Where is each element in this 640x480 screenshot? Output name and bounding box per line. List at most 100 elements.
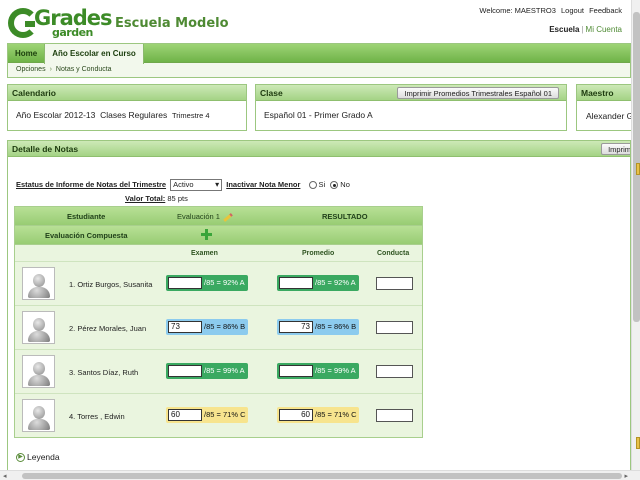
exam-score-input[interactable]: 73 [168, 321, 202, 333]
link-separator: | [581, 25, 584, 34]
teacher-panel-title: Maestro [577, 85, 635, 101]
column-average: Promedio [302, 250, 335, 257]
logo-text-bottom: garden [52, 26, 93, 39]
calendar-panel: Calendario Año Escolar 2012-13 Clases Re… [7, 84, 247, 131]
print-button[interactable]: Imprim [601, 143, 630, 155]
average-score-cell: 60/85 = 71% C [277, 407, 359, 423]
print-averages-button[interactable]: Imprimir Promedios Trimestrales Español … [397, 87, 559, 99]
exam-score-cell: 78/85 = 92% A [166, 275, 248, 291]
avatar-head-icon [33, 274, 45, 287]
average-score-input[interactable]: 73 [279, 321, 313, 333]
composite-evaluation-label: Evaluación Compuesta [45, 231, 128, 240]
tab-current-school-year[interactable]: Año Escolar en Curso [44, 44, 144, 64]
exam-score-result: /85 = 99% A [204, 366, 245, 375]
legend-toggle[interactable]: ▶ Leyenda [16, 452, 60, 463]
average-score-result: /85 = 86% B [315, 322, 357, 331]
student-name[interactable]: 3. Santos Díaz, Ruth [69, 368, 138, 377]
student-name[interactable]: 1. Ortiz Burgos, Susanita [69, 280, 152, 289]
class-panel: Clase Imprimir Promedios Trimestrales Es… [255, 84, 567, 131]
exam-score-input[interactable]: 78 [168, 277, 202, 289]
school-name: Escuela Modelo [115, 16, 229, 31]
student-avatar [22, 267, 55, 300]
table-row: 2. Pérez Morales, Juan 73/85 = 86% B 73/85… [15, 306, 422, 350]
expand-arrow-icon: ▶ [16, 453, 25, 463]
report-status-select[interactable]: Activo [170, 179, 223, 191]
class-panel-title: Clase [260, 88, 283, 98]
grade-details-header: Detalle de Notas Imprim [8, 141, 630, 157]
column-evaluation-1: Evaluación 1 [177, 212, 233, 222]
class-type: Clases Regulares [100, 110, 168, 120]
average-score-result: /85 = 99% A [315, 366, 356, 375]
term: Trimestre 4 [171, 111, 210, 120]
exam-score-cell: 73/85 = 86% B [166, 319, 248, 335]
radio-si-label: Si [318, 179, 326, 189]
avatar-head-icon [33, 362, 45, 375]
student-avatar [22, 355, 55, 388]
radio-no[interactable] [330, 181, 339, 189]
exam-score-cell: 60/85 = 71% C [166, 407, 248, 423]
average-score-cell: 78/85 = 92% A [277, 275, 359, 291]
conduct-input[interactable] [376, 409, 413, 422]
grades-table: Estudiante Evaluación 1 RESULTADO Evalua… [14, 206, 423, 438]
calendar-panel-title: Calendario [8, 85, 246, 101]
add-plus-icon[interactable] [201, 229, 212, 240]
column-conduct: Conducta [377, 250, 410, 257]
school-link[interactable]: Escuela [549, 25, 579, 34]
breadcrumb: Opciones › Notas y Conducta [8, 63, 630, 76]
side-tab-top[interactable] [636, 163, 640, 175]
teacher-name: Alexander G [586, 111, 634, 121]
my-account-link[interactable]: Mi Cuenta [586, 25, 622, 34]
teacher-panel: Maestro Alexander G [576, 84, 636, 131]
exam-score-input[interactable]: 84 [168, 365, 202, 377]
avatar-body-icon [28, 375, 50, 386]
student-name[interactable]: 2. Pérez Morales, Juan [69, 324, 146, 333]
avatar-head-icon [33, 318, 45, 331]
exam-score-cell: 84/85 = 99% A [166, 363, 248, 379]
conduct-input[interactable] [376, 365, 413, 378]
horizontal-scrollbar[interactable]: ◂ ▸ [0, 470, 640, 480]
grade-details-title: Detalle de Notas [12, 144, 79, 154]
side-tab-bottom[interactable] [636, 437, 640, 449]
welcome-text: Welcome: MAESTRO3 [479, 6, 556, 15]
vertical-scrollbar[interactable] [631, 0, 640, 470]
conduct-input[interactable] [376, 321, 413, 334]
pencil-edit-icon[interactable] [223, 212, 233, 222]
exam-score-result: /85 = 92% A [204, 278, 245, 287]
conduct-input[interactable] [376, 277, 413, 290]
student-avatar [22, 399, 55, 432]
chevron-right-icon: › [49, 66, 52, 73]
radio-si[interactable] [308, 181, 317, 189]
legend-label: Leyenda [27, 452, 60, 462]
exam-score-result: /85 = 86% B [204, 322, 246, 331]
average-score-input[interactable]: 78 [279, 277, 313, 289]
school-account-links: Escuela | Mi Cuenta [549, 25, 622, 34]
grades-garden-logo[interactable]: Grades garden [8, 6, 113, 40]
student-name[interactable]: 4. Torres , Edwin [69, 412, 125, 421]
scroll-right-icon[interactable]: ▸ [624, 472, 628, 480]
average-score-input[interactable]: 60 [279, 409, 313, 421]
logout-link[interactable]: Logout [561, 6, 584, 15]
exam-score-input[interactable]: 60 [168, 409, 202, 421]
main-navigation: Home Año Escolar en Curso Opciones › Notas … [7, 43, 631, 78]
radio-no-label: No [340, 179, 350, 189]
horizontal-scroll-thumb[interactable] [22, 473, 622, 479]
total-value-amount: 85 pts [167, 194, 188, 203]
avatar-body-icon [28, 419, 50, 430]
average-score-result: /85 = 92% A [315, 278, 356, 287]
exam-score-result: /85 = 71% C [204, 410, 246, 419]
class-value: Español 01 - Primer Grado A [264, 110, 373, 120]
evaluation-1-label[interactable]: Evaluación 1 [177, 212, 220, 221]
class-panel-header: Clase Imprimir Promedios Trimestrales Es… [256, 85, 566, 101]
column-student: Estudiante [67, 212, 106, 221]
average-score-result: /85 = 71% C [315, 410, 357, 419]
scroll-left-icon[interactable]: ◂ [3, 472, 7, 480]
average-score-cell: 73/85 = 86% B [277, 319, 359, 335]
average-score-input[interactable]: 84 [279, 365, 313, 377]
breadcrumb-notes-conduct[interactable]: Notas y Conducta [56, 66, 112, 73]
subheader-row: Examen Promedio Conducta [15, 245, 422, 262]
feedback-link[interactable]: Feedback [589, 6, 622, 15]
tab-home[interactable]: Home [8, 44, 44, 63]
table-header-row: Estudiante Evaluación 1 RESULTADO [15, 207, 422, 226]
total-value-label: Valor Total: [125, 194, 166, 203]
breadcrumb-options[interactable]: Opciones [16, 66, 46, 73]
